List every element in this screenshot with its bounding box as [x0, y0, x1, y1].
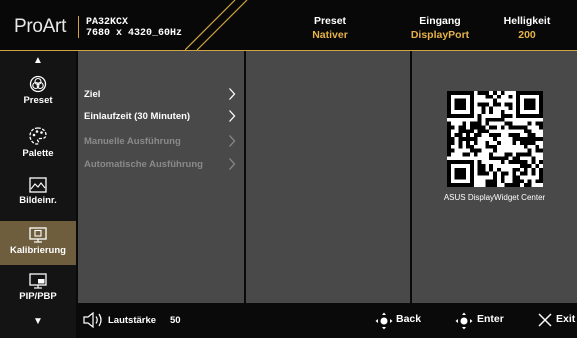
preset-value: Nativer [312, 29, 348, 41]
menu-item-auto-run[interactable]: Automatische Ausführung [84, 156, 240, 174]
pip-icon [29, 273, 47, 289]
brightness-status: Helligkeit 200 [496, 14, 558, 42]
sidebar-item-image[interactable]: Bildeinr. [0, 171, 76, 219]
logo-divider [78, 16, 79, 38]
image-icon [29, 177, 47, 193]
speaker-icon [83, 311, 102, 329]
scroll-up-icon[interactable]: ▲ [0, 55, 76, 66]
palette-icon [29, 127, 47, 145]
model-info: PA32KCX 7680 x 4320_60Hz [86, 17, 182, 39]
input-status: Eingang DisplayPort [405, 14, 475, 42]
sidebar-item-label: Bildeinr. [19, 195, 57, 206]
enter-button[interactable]: Enter [477, 313, 504, 325]
input-label: Eingang [419, 15, 461, 27]
brand-logo: ProArt [14, 16, 67, 37]
menu-item-target[interactable]: Ziel [84, 86, 240, 104]
brightness-label: Helligkeit [503, 15, 551, 27]
chevron-right-icon [229, 135, 236, 147]
close-icon [538, 313, 552, 327]
detail-panel [246, 51, 410, 303]
input-value: DisplayPort [410, 29, 470, 41]
chevron-right-icon [229, 158, 236, 170]
header-bar: ProArt PA32KCX 7680 x 4320_60Hz Preset N… [0, 0, 577, 50]
calibration-icon [29, 227, 47, 243]
menu-item-label: Einlaufzeit (30 Minuten) [84, 111, 191, 122]
exit-button[interactable]: Exit [556, 313, 575, 325]
scroll-down-icon[interactable]: ▼ [0, 316, 76, 327]
preset-label: Preset [313, 15, 347, 27]
menu-item-warmup[interactable]: Einlaufzeit (30 Minuten) [84, 108, 240, 126]
chevron-right-icon [229, 88, 236, 100]
menu-item-label: Manuelle Ausführung [84, 136, 181, 147]
osd-window: ProArt PA32KCX 7680 x 4320_60Hz Preset N… [0, 0, 577, 338]
back-button[interactable]: Back [396, 313, 421, 325]
brightness-value: 200 [518, 29, 536, 41]
preset-icon [29, 75, 47, 93]
header-decoration [185, 0, 248, 50]
volume-value: 50 [170, 315, 181, 326]
sidebar-item-label: Kalibrierung [10, 245, 66, 256]
volume-label: Lautstärke [108, 315, 157, 326]
joystick-enter-icon [455, 312, 473, 330]
sidebar: ▲ Preset Palette Bildeinr. Kalibrierung … [0, 51, 76, 338]
sidebar-item-label: Preset [23, 95, 53, 106]
resolution-text: 7680 x 4320_60Hz [86, 28, 183, 39]
model-name: PA32KCX [86, 17, 129, 28]
sidebar-item-palette[interactable]: Palette [0, 119, 76, 169]
sidebar-item-pip-pbp[interactable]: PIP/PBP [0, 269, 76, 317]
menu-item-label: Ziel [84, 89, 101, 100]
sidebar-item-preset[interactable]: Preset [0, 69, 76, 117]
qr-caption: ASUS DisplayWidget Center [443, 193, 546, 202]
sidebar-item-label: Palette [22, 148, 54, 159]
menu-item-label: Automatische Ausführung [84, 159, 203, 170]
chevron-right-icon [229, 110, 236, 122]
sidebar-item-label: PIP/PBP [19, 291, 57, 302]
menu-item-manual-run[interactable]: Manuelle Ausführung [84, 133, 240, 151]
joystick-back-icon [375, 312, 393, 330]
sidebar-item-calibration[interactable]: Kalibrierung [0, 221, 76, 265]
submenu-panel: Ziel Einlaufzeit (30 Minuten) Manuelle A… [78, 51, 244, 303]
preset-status: Preset Nativer [305, 14, 355, 42]
qr-code [447, 91, 543, 187]
